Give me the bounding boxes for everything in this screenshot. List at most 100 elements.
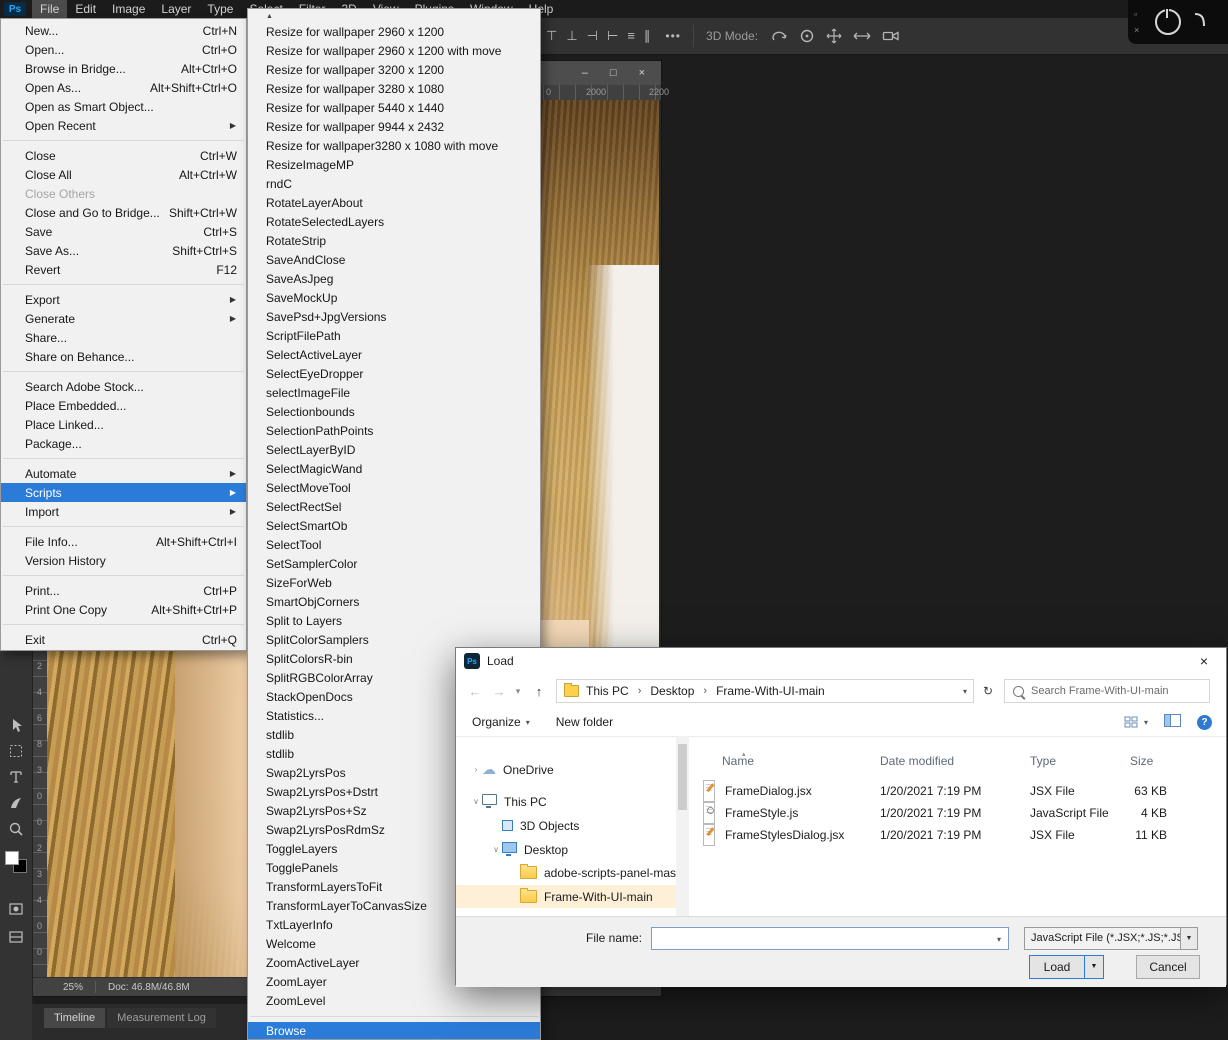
distribute-icon[interactable]: ⊤ — [546, 28, 557, 44]
file-menu-item-share-on-behance[interactable]: Share on Behance... — [1, 347, 246, 366]
distribute-icon[interactable]: ≡ — [627, 28, 635, 44]
scripts-submenu-item[interactable]: SelectionPathPoints — [248, 422, 540, 441]
forward-icon[interactable]: → — [488, 684, 510, 699]
nav-item-frame-with-ui-main[interactable]: Frame-With-UI-main — [456, 885, 676, 908]
distribute-icon[interactable]: ∥ — [644, 28, 651, 44]
scripts-submenu-item[interactable]: RotateStrip — [248, 232, 540, 251]
file-menu-item-open-recent[interactable]: Open Recent ▶ — [1, 116, 246, 135]
scripts-submenu-item[interactable]: Split to Layers — [248, 612, 540, 631]
scripts-submenu-item[interactable]: ResizeImageMP — [248, 156, 540, 175]
scripts-submenu-item[interactable]: SizeForWeb — [248, 574, 540, 593]
nav-item-adobe-scripts-panel-master[interactable]: adobe-scripts-panel-master — [456, 861, 676, 884]
file-menu-item-close-all[interactable]: Close All Alt+Ctrl+W — [1, 165, 246, 184]
camera-3d-icon[interactable] — [882, 28, 900, 44]
scripts-submenu-item[interactable]: ScriptFilePath — [248, 327, 540, 346]
chevron-down-icon[interactable]: ▼ — [1180, 928, 1197, 949]
column-header-name[interactable]: Name ▴ — [722, 750, 754, 772]
view-mode-button[interactable]: ▾ — [1124, 716, 1148, 728]
file-menu-item-print-one-copy[interactable]: Print One Copy Alt+Shift+Ctrl+P — [1, 600, 246, 619]
tree-chevron-icon[interactable]: ∨ — [490, 845, 502, 854]
color-swatches[interactable] — [5, 851, 27, 873]
chevron-down-icon[interactable]: ▾ — [997, 935, 1001, 944]
more-options-icon[interactable]: ••• — [665, 29, 681, 43]
organize-button[interactable]: Organize ▾ — [472, 715, 530, 729]
scripts-submenu-item[interactable]: RotateLayerAbout — [248, 194, 540, 213]
file-menu-item-revert[interactable]: Revert F12 — [1, 260, 246, 279]
scrollbar-thumb[interactable] — [678, 744, 687, 810]
overlay-icon[interactable]: ▫ — [1134, 9, 1139, 19]
column-header-date-modified[interactable]: Date modified — [880, 750, 954, 772]
scripts-submenu-item[interactable]: ZoomLevel — [248, 992, 540, 1011]
scripts-submenu-item[interactable]: SmartObjCorners — [248, 593, 540, 612]
scripts-submenu-item[interactable]: RotateSelectedLayers — [248, 213, 540, 232]
file-menu-item-print[interactable]: Print... Ctrl+P — [1, 581, 246, 600]
scripts-submenu-item[interactable]: rndC — [248, 175, 540, 194]
scripts-submenu-item[interactable]: selectImageFile — [248, 384, 540, 403]
document-size[interactable]: Doc: 46.8M/46.8M — [108, 982, 190, 993]
column-header-size[interactable]: Size — [1130, 750, 1153, 772]
file-menu-item-open-as[interactable]: Open As... Alt+Shift+Ctrl+O — [1, 78, 246, 97]
marquee-tool-icon[interactable] — [8, 743, 24, 759]
load-button[interactable]: Load ▼ — [1029, 955, 1104, 979]
preview-pane-button[interactable] — [1164, 714, 1181, 730]
file-row[interactable]: FrameDialog.jsx 1/20/2021 7:19 PM JSX File… — [689, 780, 1226, 802]
nav-item-this-pc[interactable]: ∨ This PC — [456, 790, 676, 813]
refresh-icon[interactable]: ↻ — [974, 684, 1002, 698]
scripts-submenu-item[interactable]: Selectionbounds — [248, 403, 540, 422]
scripts-submenu-item[interactable]: SaveAndClose — [248, 251, 540, 270]
scripts-submenu-item[interactable]: SelectEyeDropper — [248, 365, 540, 384]
menu-type[interactable]: Type — [199, 0, 241, 18]
scripts-submenu-item[interactable]: SetSamplerColor — [248, 555, 540, 574]
file-menu-item-share[interactable]: Share... — [1, 328, 246, 347]
scripts-submenu-item[interactable]: Resize for wallpaper 5440 x 1440 — [248, 99, 540, 118]
breadcrumb-item-this-pc[interactable]: This PC — [586, 684, 629, 698]
breadcrumb-item-desktop[interactable]: Desktop — [650, 684, 694, 698]
new-folder-button[interactable]: New folder — [556, 715, 613, 729]
zoom-tool-icon[interactable] — [8, 821, 24, 837]
file-menu-item-version-history[interactable]: Version History — [1, 551, 246, 570]
file-menu-item-package[interactable]: Package... — [1, 434, 246, 453]
tree-chevron-icon[interactable]: › — [470, 765, 482, 774]
file-row[interactable]: FrameStylesDialog.jsx 1/20/2021 7:19 PM JS… — [689, 824, 1226, 846]
scripts-submenu-item[interactable]: Resize for wallpaper 2960 x 1200 with mo… — [248, 42, 540, 61]
tab-timeline[interactable]: Timeline — [44, 1008, 106, 1028]
dialog-titlebar[interactable]: Ps Load × — [456, 648, 1226, 674]
move-tool-icon[interactable] — [8, 717, 24, 733]
column-header-type[interactable]: Type — [1030, 750, 1056, 772]
scroll-up-icon[interactable]: ▲ — [248, 11, 540, 23]
file-menu-item-new[interactable]: New... Ctrl+N — [1, 21, 246, 40]
file-menu-item-exit[interactable]: Exit Ctrl+Q — [1, 630, 246, 649]
file-menu-item-export[interactable]: Export ▶ — [1, 290, 246, 309]
file-menu-item-close-and-go-to-bridge[interactable]: Close and Go to Bridge... Shift+Ctrl+W — [1, 203, 246, 222]
scripts-submenu-item[interactable]: SelectTool — [248, 536, 540, 555]
quick-mask-icon[interactable] — [8, 901, 24, 917]
file-menu-item-scripts[interactable]: Scripts ▶ — [1, 483, 246, 502]
close-icon[interactable]: × — [639, 61, 645, 85]
scripts-submenu-item[interactable]: SelectMagicWand — [248, 460, 540, 479]
file-menu-item-import[interactable]: Import ▶ — [1, 502, 246, 521]
scripts-submenu-item[interactable]: Resize for wallpaper 3200 x 1200 — [248, 61, 540, 80]
scripts-submenu-item[interactable]: SelectMoveTool — [248, 479, 540, 498]
search-input[interactable]: Search Frame-With-UI-main — [1004, 679, 1210, 703]
menu-file[interactable]: File — [32, 0, 68, 18]
scripts-submenu-item[interactable]: SelectActiveLayer — [248, 346, 540, 365]
nav-item-3d-objects[interactable]: 3D Objects — [456, 814, 676, 837]
file-menu-item-close-others[interactable]: Close Others — [1, 184, 246, 203]
overlay-icon[interactable]: × — [1134, 25, 1139, 35]
scripts-submenu-item[interactable]: SavePsd+JpgVersions — [248, 308, 540, 327]
orbit-3d-icon[interactable] — [770, 28, 788, 44]
address-dropdown-icon[interactable]: ▾ — [963, 687, 967, 696]
file-menu-item-save-as[interactable]: Save As... Shift+Ctrl+S — [1, 241, 246, 260]
slide-3d-icon[interactable] — [853, 28, 871, 44]
screen-mode-icon[interactable] — [8, 929, 24, 945]
file-type-select[interactable]: JavaScript File (*.JSX;*.JS;*.JSXBI ▼ — [1024, 927, 1198, 950]
menu-edit[interactable]: Edit — [67, 0, 104, 18]
file-menu-item-generate[interactable]: Generate ▶ — [1, 309, 246, 328]
maximize-icon[interactable]: □ — [610, 61, 617, 85]
load-split-dropdown-icon[interactable]: ▼ — [1084, 956, 1103, 978]
up-icon[interactable]: ↑ — [526, 684, 552, 699]
file-name-input[interactable]: ▾ — [651, 927, 1009, 950]
scripts-submenu-item[interactable]: SelectLayerByID — [248, 441, 540, 460]
menu-image[interactable]: Image — [104, 0, 153, 18]
help-icon[interactable]: ? — [1197, 714, 1212, 730]
